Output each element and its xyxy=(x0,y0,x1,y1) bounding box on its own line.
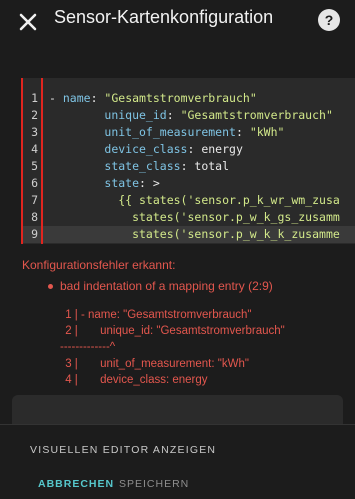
code-text: - name: "Gesamtstromverbrauch" xyxy=(49,90,257,107)
code-token: unit_of_measurement xyxy=(104,125,236,139)
line-number: 5 xyxy=(31,159,38,173)
error-title: Konfigurationsfehler erkannt: xyxy=(22,258,176,272)
code-text: states('sensor.p_w_k_gs_zusamm xyxy=(49,209,340,226)
code-text: {{ states('sensor.p_k_wr_wm_zusa xyxy=(49,192,340,209)
line-number: 7 xyxy=(31,193,38,207)
help-icon[interactable]: ? xyxy=(318,9,340,31)
line-number: 4 xyxy=(31,142,38,156)
code-token: : xyxy=(90,91,105,105)
code-token: {{ states('sensor.p_k_wr_wm_zusa xyxy=(49,193,340,207)
code-line[interactable]: 7 {{ states('sensor.p_k_wr_wm_zusa xyxy=(21,192,355,209)
dialog-title: Sensor-Kartenkonfiguration xyxy=(54,7,274,27)
line-number: 1 xyxy=(31,91,38,105)
code-token: "Gesamtstromverbrauch" xyxy=(104,91,257,105)
bullet-icon xyxy=(48,284,53,290)
code-token: state xyxy=(104,176,140,190)
code-token: state_class xyxy=(104,159,181,173)
code-token: : total xyxy=(180,159,230,173)
code-line[interactable]: 5 state_class: total xyxy=(21,158,355,175)
code-token: name xyxy=(62,91,91,105)
editor-gutter-divider xyxy=(41,78,43,244)
close-icon[interactable] xyxy=(14,8,42,36)
error-message: bad indentation of a mapping entry (2:9) xyxy=(48,279,273,293)
code-line[interactable]: 9 states('sensor.p_w_k_k_zusamme xyxy=(21,226,355,243)
code-line[interactable]: 1- name: "Gesamtstromverbrauch" xyxy=(21,90,355,107)
cancel-button[interactable]: ABBRECHEN xyxy=(38,478,114,490)
code-token: : energy xyxy=(187,142,243,156)
line-number: 8 xyxy=(31,210,38,224)
code-text: state_class: total xyxy=(49,158,229,175)
code-token: : xyxy=(235,125,250,139)
error-snippet-line: 3 | unit_of_measurement: "kWh" xyxy=(62,358,249,370)
code-token: - xyxy=(49,91,63,105)
code-text: unique_id: "Gesamtstromverbrauch" xyxy=(49,107,333,124)
code-line[interactable]: 8 states('sensor.p_w_k_gs_zusamm xyxy=(21,209,355,226)
error-snippet-line: 1 | - name: "Gesamtstromverbrauch" xyxy=(62,309,252,321)
code-line[interactable]: 3 unit_of_measurement: "kWh" xyxy=(21,124,355,141)
line-number: 9 xyxy=(31,227,38,241)
code-text: state: > xyxy=(49,175,160,192)
error-snippet-pointer: -------------^ xyxy=(60,341,116,353)
dialog-header: Sensor-Kartenkonfiguration ? xyxy=(0,0,355,44)
code-line[interactable]: 2 unique_id: "Gesamtstromverbrauch" xyxy=(21,107,355,124)
code-text: device_class: energy xyxy=(49,141,243,158)
line-number: 6 xyxy=(31,176,38,190)
error-message-text: bad indentation of a mapping entry (2:9) xyxy=(60,279,273,293)
code-token: "kWh" xyxy=(249,125,285,139)
yaml-code-editor[interactable]: 1- name: "Gesamtstromverbrauch" 2 unique_… xyxy=(21,78,355,244)
code-line[interactable]: 4 device_class: energy xyxy=(21,141,355,158)
error-snippet-line: 4 | device_class: energy xyxy=(62,374,208,386)
code-line[interactable]: 6 state: > xyxy=(21,175,355,192)
code-text: states('sensor.p_w_k_k_zusamme xyxy=(49,226,340,243)
code-token: states('sensor.p_w_k_gs_zusamm xyxy=(49,210,340,224)
save-button[interactable]: SPEICHERN xyxy=(119,478,189,490)
error-snippet-line: 2 | unique_id: "Gesamtstromverbrauch" xyxy=(62,325,285,337)
code-token: unique_id xyxy=(104,108,167,122)
line-number: 2 xyxy=(31,108,38,122)
code-token: : xyxy=(166,108,181,122)
code-token: states('sensor.p_w_k_k_zusamme xyxy=(49,227,340,241)
code-token: "Gesamtstromverbrauch" xyxy=(180,108,333,122)
code-token: device_class xyxy=(104,142,188,156)
show-visual-editor-button[interactable]: VISUELLEN EDITOR ANZEIGEN xyxy=(30,444,216,456)
card-config-dialog: Sensor-Kartenkonfiguration ? 1- name: "G… xyxy=(0,0,355,499)
dialog-footer: VISUELLEN EDITOR ANZEIGEN ABBRECHEN SPEI… xyxy=(0,424,355,499)
code-token: : > xyxy=(139,176,160,190)
editor-error-marker xyxy=(21,78,23,244)
line-number: 3 xyxy=(31,125,38,139)
code-text: unit_of_measurement: "kWh" xyxy=(49,124,284,141)
